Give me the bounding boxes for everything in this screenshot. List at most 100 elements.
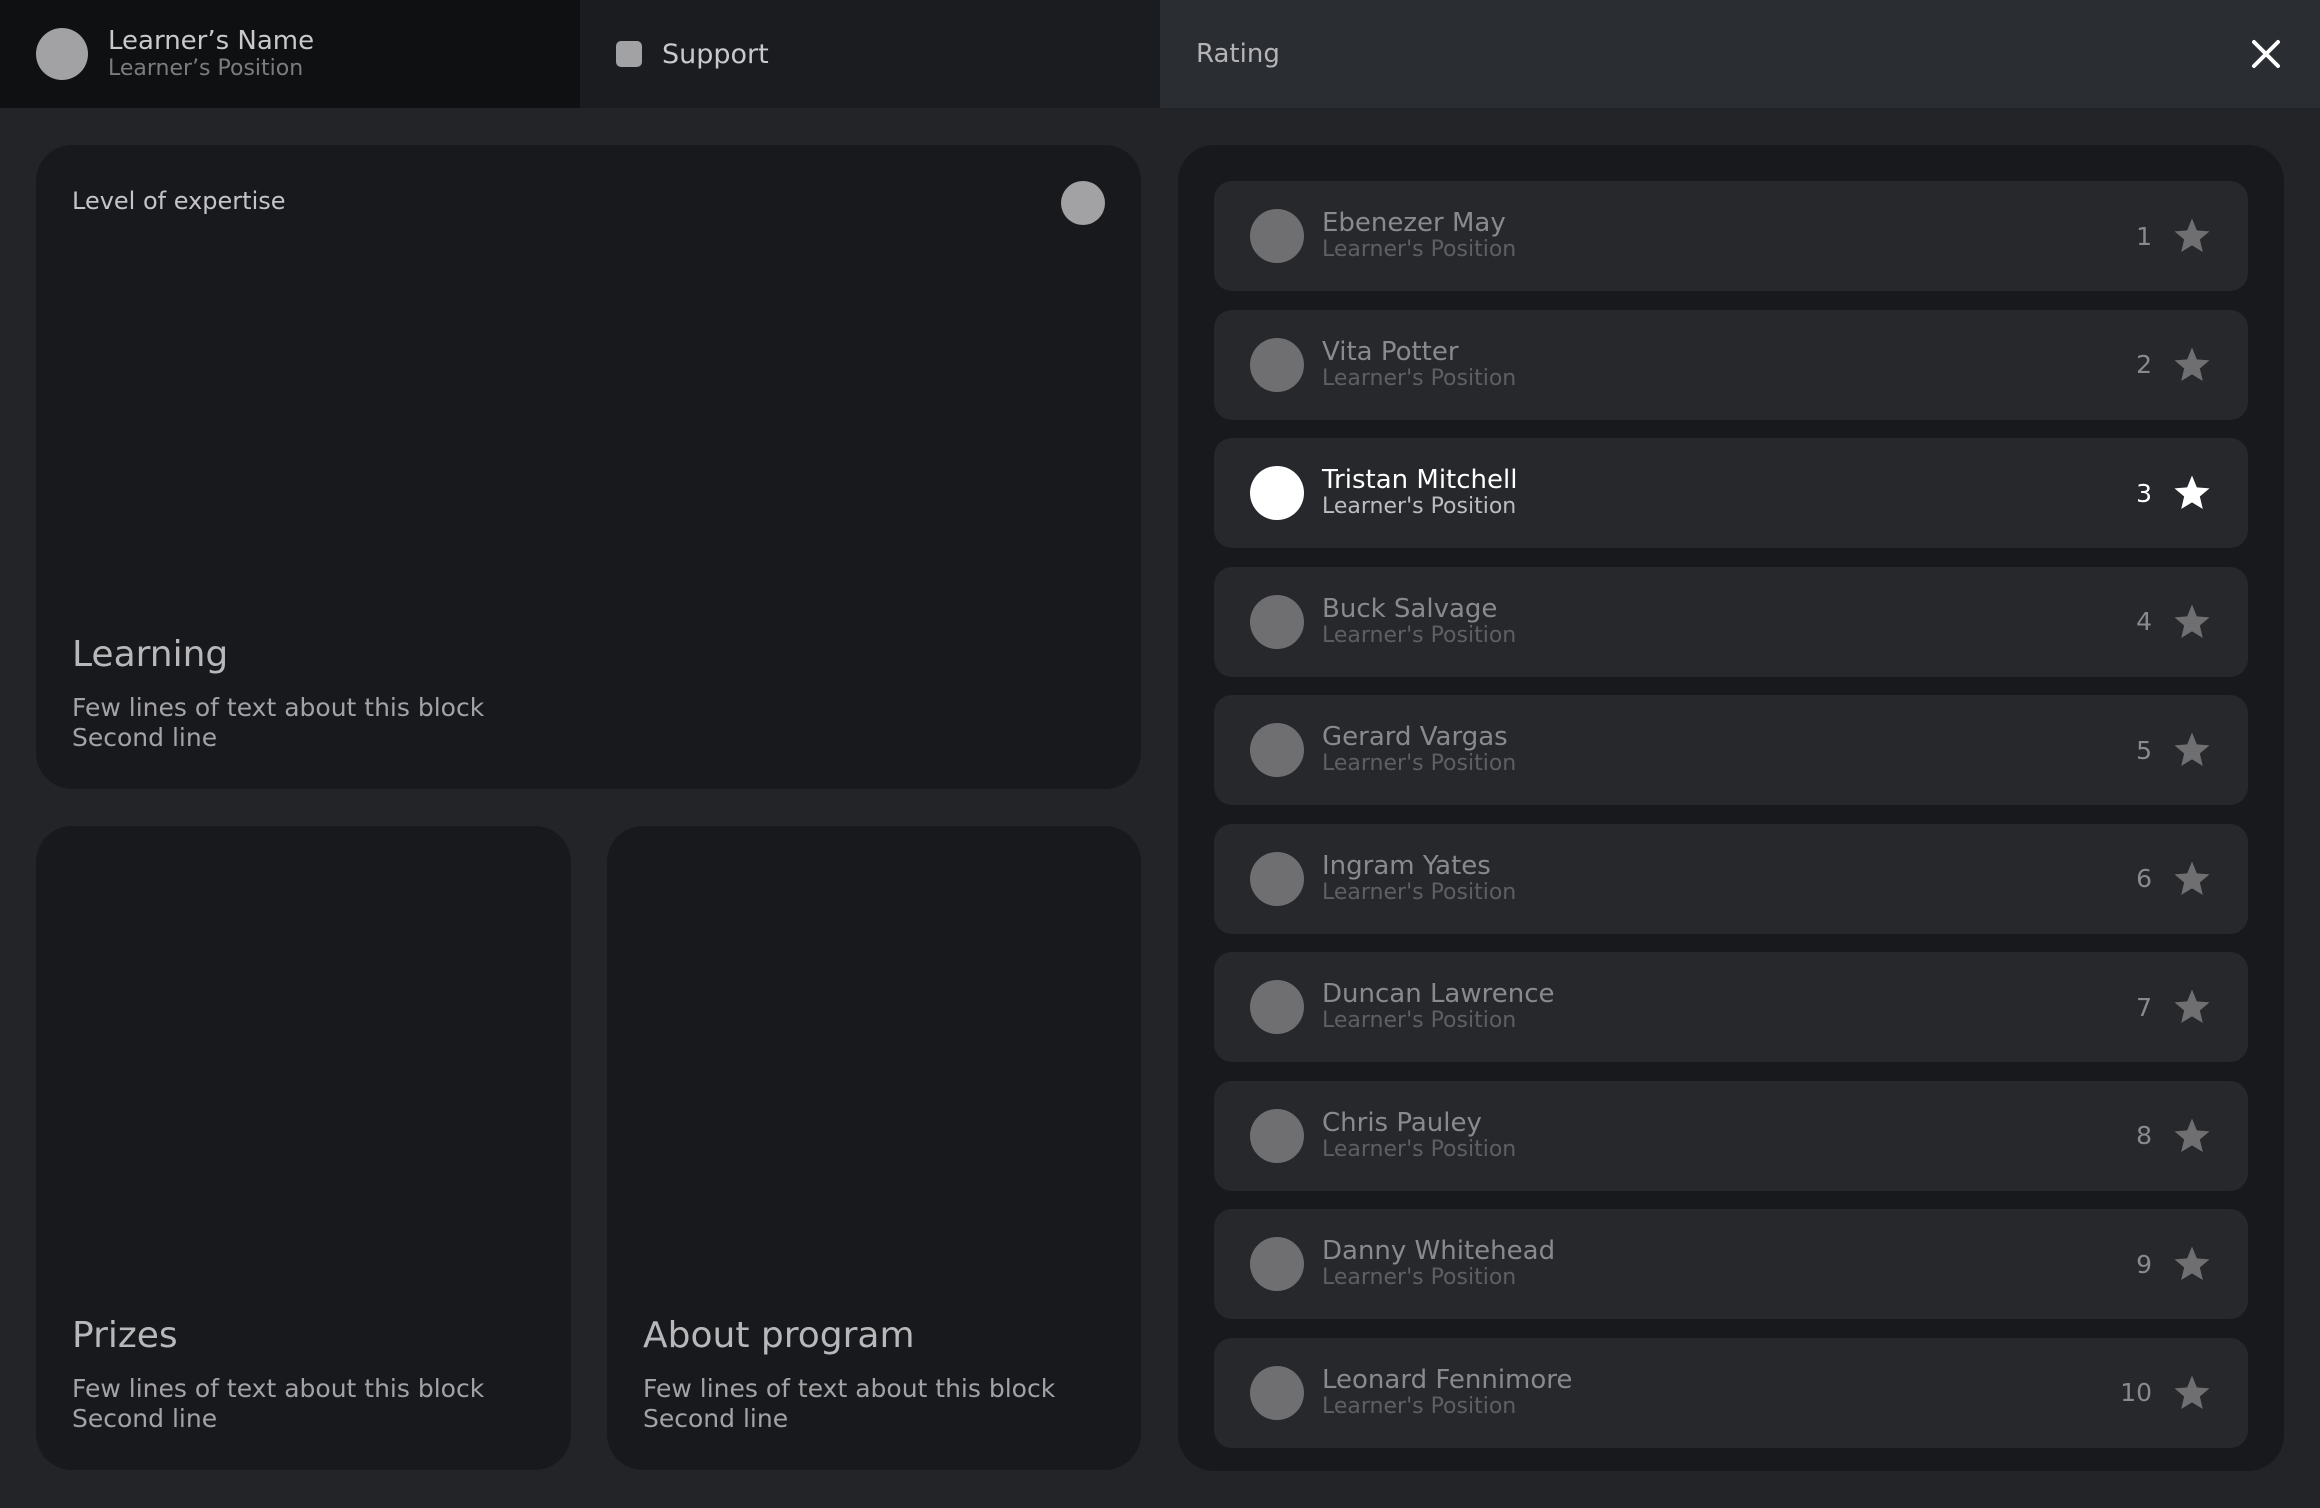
rating-label: Rating [1196, 39, 1280, 69]
profile-position: Learner’s Position [108, 56, 304, 81]
learner-name: Tristan Mitchell [1322, 465, 1518, 495]
star-icon [2174, 989, 2210, 1023]
rating-row[interactable]: Ebenezer May Learner's Position 1 [1214, 181, 2248, 291]
profile-text: Learner’s Name Learner’s Position [108, 26, 314, 82]
learner-name: Buck Salvage [1322, 593, 1498, 624]
star-icon [2174, 347, 2210, 381]
support-icon [616, 41, 642, 67]
rating-list: Ebenezer May Learner's Position 1 Vita P… [1214, 181, 2248, 1466]
rank-number: 4 [2136, 607, 2152, 636]
learning-line-2: Second line [72, 723, 218, 752]
rank-number: 5 [2136, 735, 2152, 765]
learner-name: Vita Potter [1322, 336, 1459, 367]
rank-number: 7 [2136, 992, 2152, 1022]
rating-row[interactable]: Vita Potter Learner's Position 2 [1214, 309, 2248, 420]
avatar [1250, 980, 1304, 1034]
rating-row-text: Duncan Lawrence Learner's Position [1322, 980, 1555, 1034]
learner-position: Learner's Position [1322, 494, 1517, 519]
learner-name: Ingram Yates [1322, 850, 1491, 881]
learner-position: Learner's Position [1322, 1136, 1517, 1162]
rating-row-text: Vita Potter Learner's Position [1322, 338, 1516, 392]
star-icon [2174, 861, 2210, 895]
about-line-1: Few lines of text about this block [643, 1374, 1056, 1403]
learner-position: Learner's Position [1322, 879, 1517, 905]
avatar [1250, 209, 1304, 263]
learner-position: Learner's Position [1322, 237, 1517, 262]
rating-row[interactable]: Leonard Fennimore Learner's Position 10 [1214, 1337, 2248, 1448]
about-program-card[interactable]: About program Few lines of text about th… [607, 826, 1141, 1470]
star-icon [2174, 1375, 2210, 1409]
avatar [36, 28, 88, 80]
rating-row-text: Tristan Mitchell Learner's Position [1322, 466, 1517, 520]
avatar [1250, 594, 1304, 649]
rating-row-text: Buck Salvage Learner's Position [1322, 595, 1516, 649]
rating-row-text: Chris Pauley Learner's Position [1322, 1109, 1516, 1163]
star-icon [2174, 1118, 2210, 1152]
learning-title: Learning [72, 634, 229, 675]
learner-position: Learner's Position [1322, 751, 1517, 776]
rating-row[interactable]: Duncan Lawrence Learner's Position 7 [1214, 952, 2248, 1062]
learner-name: Danny Whitehead [1322, 1236, 1556, 1266]
rank-number: 10 [2120, 1378, 2152, 1407]
learner-position: Learner's Position [1322, 622, 1517, 648]
rating-row-text: Gerard Vargas Learner's Position [1322, 723, 1516, 777]
avatar [1250, 337, 1304, 392]
rating-row[interactable]: Tristan Mitchell Learner's Position 3 [1214, 438, 2248, 548]
rating-row-text: Leonard Fennimore Learner's Position [1322, 1366, 1572, 1420]
rank-number: 6 [2136, 864, 2152, 893]
avatar [1250, 1237, 1304, 1291]
top-bar: Learner’s Name Learner’s Position Suppor… [0, 0, 2320, 108]
rating-row[interactable]: Ingram Yates Learner's Position 6 [1214, 823, 2248, 934]
close-icon[interactable] [2248, 36, 2284, 72]
prizes-line-1: Few lines of text about this block [72, 1374, 485, 1403]
rating-row[interactable]: Buck Salvage Learner's Position 4 [1214, 566, 2248, 677]
learner-position: Learner's Position [1322, 1393, 1517, 1419]
profile-section[interactable]: Learner’s Name Learner’s Position [0, 0, 580, 108]
learner-name: Duncan Lawrence [1322, 979, 1555, 1009]
rating-row-text: Ingram Yates Learner's Position [1322, 852, 1516, 906]
learner-position: Learner's Position [1322, 365, 1517, 391]
avatar [1250, 1108, 1304, 1163]
star-icon [2174, 732, 2210, 766]
learning-card[interactable]: Level of expertise Learning Few lines of… [36, 145, 1141, 789]
rating-tab[interactable]: Rating [1160, 0, 2320, 108]
learner-position: Learner's Position [1322, 1265, 1517, 1290]
prizes-title: Prizes [72, 1315, 178, 1356]
rank-number: 1 [2136, 221, 2152, 251]
rating-row[interactable]: Danny Whitehead Learner's Position 9 [1214, 1209, 2248, 1319]
profile-name: Learner’s Name [108, 26, 315, 56]
star-icon [2174, 1246, 2210, 1280]
about-title: About program [643, 1315, 915, 1356]
rank-number: 8 [2136, 1121, 2152, 1150]
learner-name: Ebenezer May [1322, 208, 1506, 238]
rating-panel: Ebenezer May Learner's Position 1 Vita P… [1178, 145, 2284, 1471]
star-icon [2174, 475, 2210, 509]
prizes-line-2: Second line [72, 1404, 218, 1433]
star-icon [2174, 218, 2210, 252]
about-card-content: About program Few lines of text about th… [643, 1314, 1055, 1434]
avatar [1250, 466, 1304, 520]
prizes-card-content: Prizes Few lines of text about this bloc… [72, 1314, 484, 1434]
expertise-indicator-icon [1061, 181, 1105, 225]
support-label: Support [662, 38, 769, 70]
avatar [1250, 1365, 1304, 1420]
avatar [1250, 851, 1304, 906]
rating-row[interactable]: Chris Pauley Learner's Position 8 [1214, 1080, 2248, 1191]
learner-name: Leonard Fennimore [1322, 1364, 1573, 1395]
rating-row[interactable]: Gerard Vargas Learner's Position 5 [1214, 695, 2248, 805]
about-line-2: Second line [643, 1404, 789, 1433]
learning-card-content: Learning Few lines of text about this bl… [72, 633, 484, 753]
expertise-label: Level of expertise [72, 187, 286, 215]
rating-row-text: Ebenezer May Learner's Position [1322, 209, 1516, 263]
rank-number: 9 [2136, 1249, 2152, 1279]
avatar [1250, 723, 1304, 777]
rank-number: 2 [2136, 350, 2152, 379]
rating-row-text: Danny Whitehead Learner's Position [1322, 1237, 1555, 1291]
rank-number: 3 [2136, 478, 2152, 508]
learner-position: Learner's Position [1322, 1008, 1517, 1033]
prizes-card[interactable]: Prizes Few lines of text about this bloc… [36, 826, 571, 1470]
learner-name: Chris Pauley [1322, 1107, 1482, 1138]
star-icon [2174, 604, 2210, 638]
learning-line-1: Few lines of text about this block [72, 693, 485, 722]
support-tab[interactable]: Support [580, 0, 1160, 108]
